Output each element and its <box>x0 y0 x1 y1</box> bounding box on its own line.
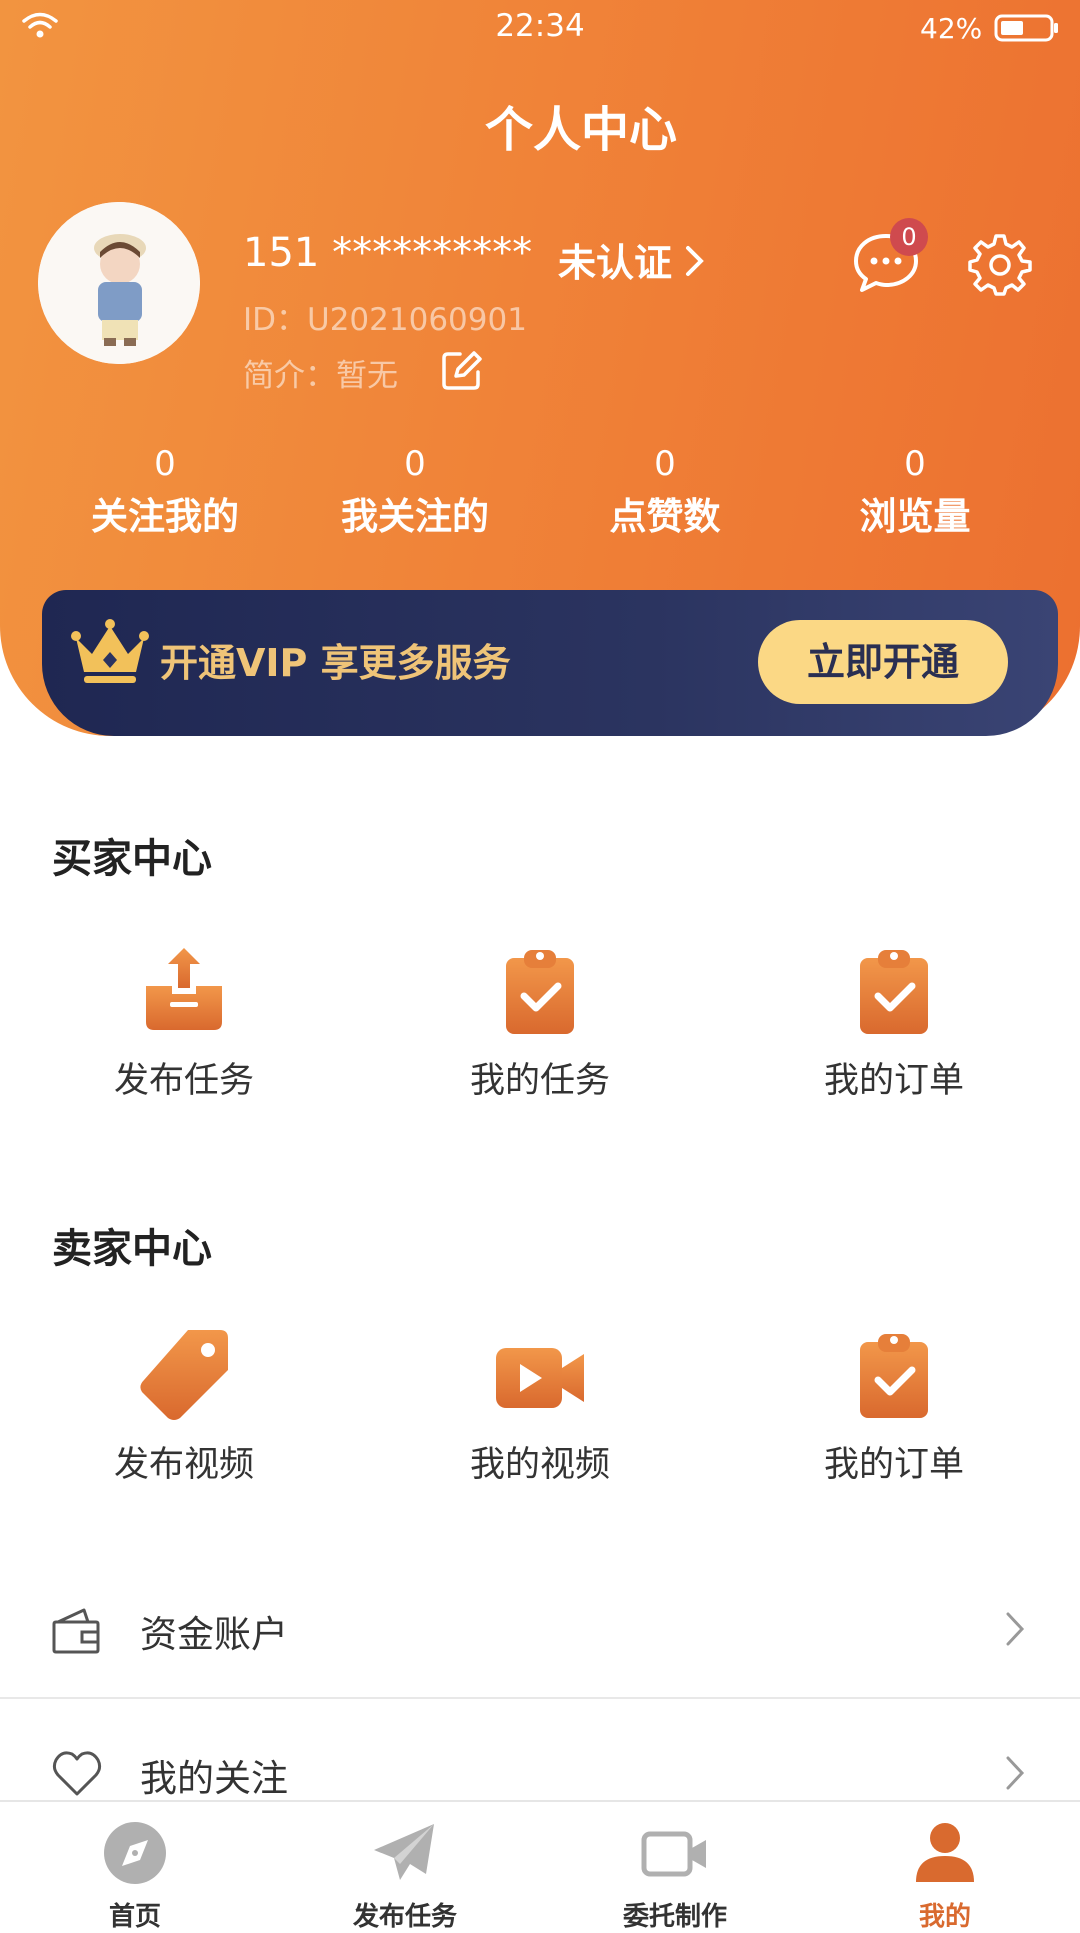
vip-open-button[interactable]: 立即开通 <box>758 620 1008 704</box>
status-bar: 22:34 42% <box>0 0 1080 56</box>
chevron-right-icon <box>1006 1756 1025 1790</box>
stats-row: 0 关注我的 0 我关注的 0 点赞数 0 浏览量 <box>40 444 1040 540</box>
chevron-right-icon <box>686 246 704 276</box>
seller-my-orders[interactable]: 我的订单 <box>744 1326 1044 1487</box>
list-item-fund-account[interactable]: 资金账户 <box>0 1560 1080 1700</box>
message-count-badge: 0 <box>890 218 928 256</box>
compass-icon <box>104 1822 166 1884</box>
stat-value: 0 <box>904 444 926 484</box>
grid-label: 我的订单 <box>823 1061 964 1101</box>
heart-icon <box>52 1751 102 1796</box>
avatar-illustration <box>38 202 200 364</box>
tab-home[interactable]: 首页 <box>0 1802 270 1932</box>
page-title: 个人中心 <box>484 102 677 158</box>
battery-icon <box>994 14 1058 42</box>
clipboard-check-icon <box>506 950 574 1034</box>
upload-tray-icon <box>146 948 222 1030</box>
user-icon <box>916 1823 974 1882</box>
bottom-tab-bar: 首页 发布任务 委托制作 我的 <box>0 1800 1080 1932</box>
verify-status-link[interactable]: 未认证 <box>558 232 672 287</box>
tab-label: 首页 <box>108 1902 161 1932</box>
clipboard-check-icon <box>860 950 928 1034</box>
vip-promo-text: 开通VIP 享更多服务 <box>160 641 511 685</box>
stat-label: 点赞数 <box>609 495 721 538</box>
buyer-publish-task[interactable]: 发布任务 <box>34 942 334 1103</box>
tab-label: 委托制作 <box>622 1902 727 1932</box>
stat-label: 关注我的 <box>91 495 239 538</box>
crown-icon <box>71 619 149 683</box>
seller-my-videos[interactable]: 我的视频 <box>390 1326 690 1487</box>
stat-likes[interactable]: 0 点赞数 <box>540 444 790 540</box>
clipboard-check-icon <box>860 1334 928 1418</box>
grid-label: 我的订单 <box>823 1445 964 1485</box>
user-id: ID：U2021060901 <box>243 302 527 338</box>
tab-publish-task[interactable]: 发布任务 <box>270 1802 540 1932</box>
divider <box>0 1697 1080 1699</box>
wallet-icon <box>52 1608 100 1654</box>
stat-following[interactable]: 0 我关注的 <box>290 444 540 540</box>
grid-label: 我的任务 <box>469 1061 610 1101</box>
paper-plane-icon <box>374 1824 434 1880</box>
seller-center-title: 卖家中心 <box>52 1226 212 1272</box>
grid-label: 我的视频 <box>469 1445 610 1485</box>
video-camera-icon <box>496 1348 584 1408</box>
tab-label: 发布任务 <box>352 1902 457 1932</box>
tab-commission[interactable]: 委托制作 <box>540 1802 810 1932</box>
stat-label: 我关注的 <box>341 495 489 538</box>
user-phone: 151 ********** <box>243 230 533 276</box>
avatar[interactable] <box>38 202 200 364</box>
battery-percentage: 42% <box>920 12 983 45</box>
chevron-right-icon <box>1006 1612 1025 1646</box>
stat-followers[interactable]: 0 关注我的 <box>40 444 290 540</box>
stat-value: 0 <box>654 444 676 484</box>
stat-value: 0 <box>404 444 426 484</box>
seller-publish-video[interactable]: 发布视频 <box>34 1326 334 1487</box>
edit-icon[interactable] <box>440 348 484 392</box>
list-label: 我的关注 <box>140 1757 288 1800</box>
video-camera-icon <box>641 1831 706 1877</box>
stat-label: 浏览量 <box>859 495 971 538</box>
buyer-my-orders[interactable]: 我的订单 <box>744 942 1044 1103</box>
list-label: 资金账户 <box>140 1613 288 1656</box>
grid-label: 发布任务 <box>113 1061 254 1101</box>
stat-value: 0 <box>154 444 176 484</box>
vip-banner: 开通VIP 享更多服务 立即开通 <box>42 590 1058 736</box>
user-intro: 简介：暂无 <box>243 358 398 394</box>
stat-views[interactable]: 0 浏览量 <box>790 444 1040 540</box>
tab-mine[interactable]: 我的 <box>810 1802 1080 1932</box>
buyer-my-tasks[interactable]: 我的任务 <box>390 942 690 1103</box>
gear-icon[interactable] <box>968 232 1032 296</box>
status-time: 22:34 <box>495 8 585 44</box>
tab-label: 我的 <box>918 1902 971 1932</box>
buyer-center-title: 买家中心 <box>52 836 212 882</box>
grid-label: 发布视频 <box>113 1445 254 1485</box>
tag-icon <box>140 1330 228 1420</box>
